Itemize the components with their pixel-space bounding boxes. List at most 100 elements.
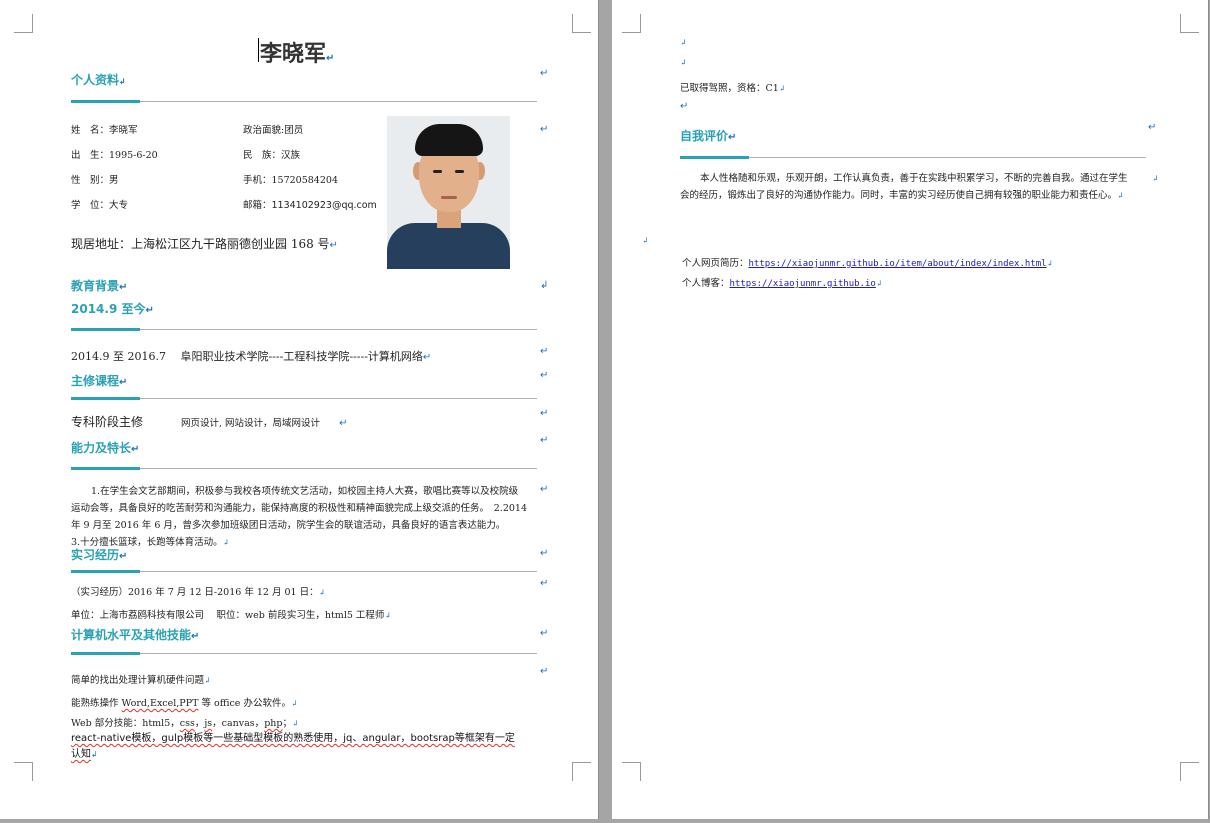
margin-mark: ↵	[540, 435, 549, 446]
info-address: 现居地址：上海松江区九干路丽德创业园 168 号↵	[71, 235, 338, 252]
paragraph-mark: ↵	[680, 101, 689, 112]
info-phone: 手机：15720584204	[243, 175, 338, 186]
photo-eye-left	[433, 170, 442, 173]
line-break-mark: ↲	[290, 699, 298, 708]
courses-list-text: 网页设计, 网站设计，局域网设计	[181, 418, 321, 429]
computer-line-3-sep: ，	[194, 718, 205, 729]
blog-line: 个人博客：https://xiaojunmr.github.io↲	[682, 275, 883, 289]
margin-mark: ↵	[540, 666, 549, 677]
self-eval-paragraph[interactable]: 本人性格随和乐观，乐观开朗，工作认真负责，善于在实践中积累学习，不断的完善自我。…	[680, 170, 1136, 204]
photo-shirt	[387, 223, 510, 269]
margin-corner-bottom-left	[622, 762, 641, 781]
internship-company-text: 单位：上海市荔鸥科技有限公司 职位：web 前段实习生，html5 工程师	[71, 610, 385, 621]
document-page-1: 李晓军↵ 个人资料↲ 姓 名：李晓军 政治面貌:团员 出 生：1995-6-20…	[0, 0, 598, 819]
spellcheck-word[interactable]: js	[204, 718, 212, 729]
spellcheck-word[interactable]: Word,Excel,PPT	[122, 698, 199, 709]
computer-line-2-post: 等 office 办公软件。	[198, 698, 291, 709]
spellcheck-word[interactable]: php	[264, 718, 282, 729]
heading-education-period[interactable]: 2014.9 至今↵	[71, 300, 154, 317]
photo-hair	[415, 124, 483, 156]
heading-courses-text: 主修课程	[71, 374, 120, 388]
heading-courses[interactable]: 主修课程↵	[71, 372, 127, 389]
margin-corner-top-right	[572, 14, 591, 33]
paragraph-mark: ↵	[145, 305, 154, 316]
info-gender: 性 别：男	[71, 175, 119, 186]
education-line-text: 2014.9 至 2016.7 阜阳职业技术学院----工程科技学院-----计…	[71, 350, 423, 363]
margin-mark: ↲	[540, 280, 549, 291]
internship-period: （实习经历）2016 年 7 月 12 日-2016 年 12 月 01 日：↲	[71, 584, 325, 598]
resume-name-text: 李晓军	[260, 42, 327, 67]
courses-list: 网页设计, 网站设计，局域网设计 ↵	[181, 415, 347, 429]
homepage-label: 个人网页简历：	[682, 258, 749, 269]
info-ethnicity: 民 族：汉族	[243, 150, 301, 161]
paragraph-mark: ↵	[119, 551, 128, 562]
paragraph-mark: ↵	[131, 444, 140, 455]
heading-computer-text: 计算机水平及其他技能	[71, 628, 192, 642]
blog-link[interactable]: https://xiaojunmr.github.io	[730, 279, 876, 289]
heading-education-period-text: 2014.9 至今	[71, 302, 146, 316]
margin-corner-bottom-right	[1180, 762, 1199, 781]
line-break-mark: ↲	[875, 279, 883, 288]
section-rule-accent	[680, 156, 749, 159]
margin-corner-top-left	[622, 14, 641, 33]
computer-line-5: 认知↲	[71, 745, 98, 760]
margin-corner-bottom-right	[572, 762, 591, 781]
computer-line-3-mid: ，canvas，	[212, 718, 265, 729]
line-break-mark: ↲	[1117, 191, 1124, 200]
section-rule	[71, 468, 537, 469]
margin-mark: ↵	[1148, 122, 1157, 133]
line-break-mark: ↲	[778, 84, 786, 93]
heading-skills[interactable]: 能力及特长↵	[71, 439, 139, 456]
margin-mark: ↵	[540, 124, 549, 135]
info-political: 政治面貌:团员	[243, 125, 304, 136]
info-email: 邮箱：1134102923@qq.com	[243, 200, 377, 211]
computer-line-3: Web 部分技能：html5，css，js，canvas，php；↲	[71, 715, 299, 729]
courses-label: 专科阶段主修	[71, 415, 144, 429]
paragraph-mark: ↵	[119, 377, 128, 388]
margin-corner-bottom-left	[14, 762, 33, 781]
line-break-mark: ↲	[119, 77, 126, 86]
heading-personal[interactable]: 个人资料↲	[71, 71, 126, 88]
homepage-line: 个人网页简历：https://xiaojunmr.github.io/item/…	[682, 255, 1053, 269]
homepage-link[interactable]: https://xiaojunmr.github.io/item/about/i…	[749, 259, 1047, 269]
resume-name-title[interactable]: 李晓军↵	[260, 36, 334, 68]
section-rule	[71, 101, 537, 102]
internship-period-text: （实习经历）2016 年 7 月 12 日-2016 年 12 月 01 日：	[71, 587, 319, 598]
section-rule-accent	[71, 652, 140, 655]
internship-company: 单位：上海市荔鸥科技有限公司 职位：web 前段实习生，html5 工程师↲	[71, 607, 391, 621]
heading-education[interactable]: 教育背景↵	[71, 277, 127, 294]
margin-corner-top-right	[1180, 14, 1199, 33]
computer-line-5-text: 认知	[71, 749, 91, 760]
section-rule	[680, 157, 1146, 158]
heading-self-eval[interactable]: 自我评价↵	[680, 127, 736, 144]
education-line: 2014.9 至 2016.7 阜阳职业技术学院----工程科技学院-----计…	[71, 348, 431, 364]
heading-education-text: 教育背景	[71, 279, 120, 293]
text-cursor	[258, 38, 259, 62]
line-break-mark: ↲	[1046, 259, 1054, 268]
line-break-mark: ↲	[291, 719, 299, 728]
margin-mark: ↵	[540, 578, 549, 589]
section-rule	[71, 329, 537, 330]
margin-mark: ↵	[540, 370, 549, 381]
section-rule	[71, 398, 537, 399]
license-line: 已取得驾照，资格：C1↲	[680, 80, 786, 94]
blog-label: 个人博客：	[682, 278, 730, 289]
skills-paragraph[interactable]: 1.在学生会文艺部期间，积极参与我校各项传统文艺活动，如校园主持人大赛，歌唱比赛…	[71, 483, 527, 551]
computer-line-1-text: 简单的找出处理计算机硬件问题	[71, 675, 205, 686]
section-rule-accent	[71, 328, 140, 331]
paragraph-mark: ↵	[326, 53, 335, 64]
heading-internship[interactable]: 实习经历↵	[71, 546, 127, 563]
photo-mouth	[441, 196, 457, 199]
heading-computer[interactable]: 计算机水平及其他技能↵	[71, 626, 199, 643]
section-rule	[71, 571, 537, 572]
computer-line-3-end: ；	[282, 718, 292, 729]
line-break-mark: ↲	[1152, 174, 1159, 183]
profile-photo[interactable]	[387, 116, 510, 269]
paragraph-mark: ↵	[191, 631, 200, 642]
section-rule-accent	[71, 100, 140, 103]
spellcheck-word[interactable]: css	[180, 718, 195, 729]
computer-line-2: 能熟练操作 Word,Excel,PPT 等 office 办公软件。↲	[71, 695, 298, 709]
info-name: 姓 名：李晓军	[71, 125, 138, 136]
margin-mark: ↵	[540, 548, 549, 559]
margin-corner-top-left	[14, 14, 33, 33]
